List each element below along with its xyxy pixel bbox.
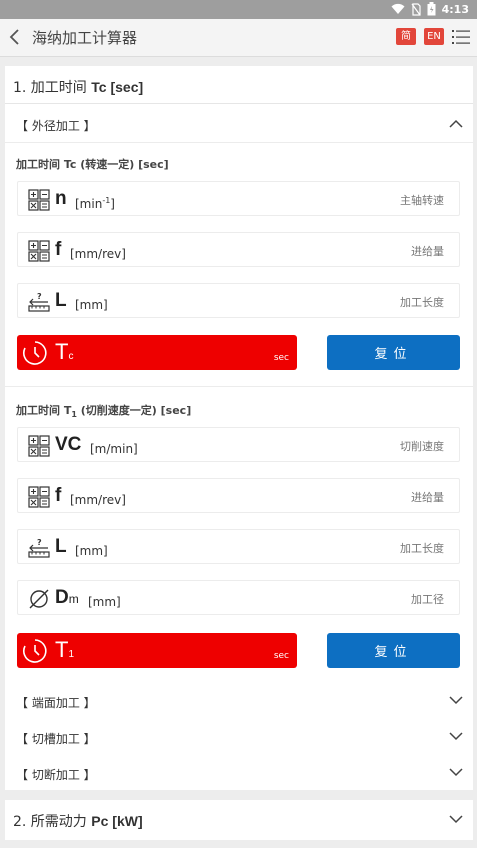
unit-label: [mm] [88,595,121,609]
back-arrow-icon[interactable] [6,25,28,49]
unit-label: [mm] [75,544,108,558]
status-time: 4:13 [441,2,469,16]
spindle-speed-placeholder: 主轴转速 [400,194,444,207]
symbol-n: n [55,188,67,209]
grooving-header[interactable]: 【 切槽加工 】 [5,720,473,756]
chevron-down-icon[interactable] [449,695,463,705]
symbol-dm: Dm [55,587,79,608]
outer-diameter-label: 【 外径加工 】 [16,119,96,133]
chevron-down-icon[interactable] [449,814,463,824]
status-bar: 4:13 [0,0,477,19]
section-2-header[interactable]: 2. 所需动力 Pc [kW] [5,800,473,838]
clock-icon [23,639,47,663]
diameter-field[interactable]: Dm [mm] 加工径 [17,580,460,615]
tc-result-symbol: Tc [55,339,74,364]
unit-label: [m/min] [90,442,138,456]
list-menu-icon[interactable] [452,29,470,45]
unit-label: [mm/rev] [70,493,126,507]
diameter-icon [29,589,49,609]
t1-reset-button[interactable]: 复位 [327,633,460,668]
chevron-up-icon[interactable] [449,119,463,129]
section-1-title: 1. 加工时间 Tc [sec] [13,79,144,96]
cut-length-field-2[interactable]: ? L [mm] 加工长度 [17,529,460,564]
cutting-speed-placeholder: 切削速度 [400,440,444,453]
symbol-f: f [55,239,62,260]
parting-off-header[interactable]: 【 切断加工 】 [5,756,473,792]
section-2-title: 2. 所需动力 Pc [kW] [13,813,143,830]
app-title: 海纳加工计算器 [32,29,138,47]
symbol-f: f [55,485,62,506]
feed-rate-placeholder: 进给量 [411,491,444,504]
section-required-power[interactable]: 2. 所需动力 Pc [kW] [5,800,473,840]
unit-label: [mm/rev] [70,247,126,261]
svg-text:?: ? [37,538,42,547]
feed-rate-placeholder: 进给量 [411,245,444,258]
chevron-down-icon[interactable] [449,731,463,741]
t1-result-symbol: T1 [55,637,75,662]
face-machining-header[interactable]: 【 端面加工 】 [5,684,473,720]
diameter-placeholder: 加工径 [411,593,444,606]
cutting-speed-field[interactable]: VC [m/min] 切削速度 [17,427,460,462]
calculator-icon [28,240,50,262]
section-machining-time: 1. 加工时间 Tc [sec] 【 外径加工 】 加工时间 Tc (转速一定)… [5,66,473,790]
tc-result-unit: sec [273,353,289,363]
section-1-header[interactable]: 1. 加工时间 Tc [sec] [5,66,473,104]
tc-caption: 加工时间 Tc (转速一定) [sec] [16,158,169,171]
symbol-vc: VC [55,434,82,455]
t1-result-unit: sec [273,651,289,661]
divider [5,386,473,387]
grooving-label: 【 切槽加工 】 [16,732,96,746]
unit-label: [mm] [75,298,108,312]
cut-length-placeholder: 加工长度 [400,296,444,309]
no-sim-icon [411,2,421,16]
calculator-icon [28,486,50,508]
cut-length-field[interactable]: ? L [mm] 加工长度 [17,283,460,318]
ruler-length-icon: ? [28,538,50,558]
parting-off-label: 【 切断加工 】 [16,768,96,782]
feed-rate-field-2[interactable]: f [mm/rev] 进给量 [17,478,460,513]
cut-length-placeholder: 加工长度 [400,542,444,555]
tc-result-display: Tc sec [17,335,297,370]
wifi-icon [391,3,405,15]
battery-icon [427,2,436,16]
svg-text:?: ? [37,292,42,301]
symbol-l: L [55,536,67,557]
divider [5,142,473,143]
t1-caption: 加工时间 T1 (切削速度一定) [sec] [16,404,192,420]
spindle-speed-field[interactable]: n [min-1] 主轴转速 [17,181,460,216]
app-bar: 海纳加工计算器 简 EN [0,19,477,57]
outer-diameter-header[interactable]: 【 外径加工 】 [5,108,473,142]
calculator-icon [28,435,50,457]
ruler-length-icon: ? [28,292,50,312]
feed-rate-field[interactable]: f [mm/rev] 进给量 [17,232,460,267]
clock-icon [23,341,47,365]
chevron-down-icon[interactable] [449,767,463,777]
t1-result-display: T1 sec [17,633,297,668]
lang-en-button[interactable]: EN [424,28,444,45]
calculator-icon [28,189,50,211]
symbol-l: L [55,290,67,311]
unit-label: [min-1] [75,196,115,211]
tc-reset-button[interactable]: 复位 [327,335,460,370]
lang-zh-button[interactable]: 简 [396,28,416,45]
face-machining-label: 【 端面加工 】 [16,696,96,710]
